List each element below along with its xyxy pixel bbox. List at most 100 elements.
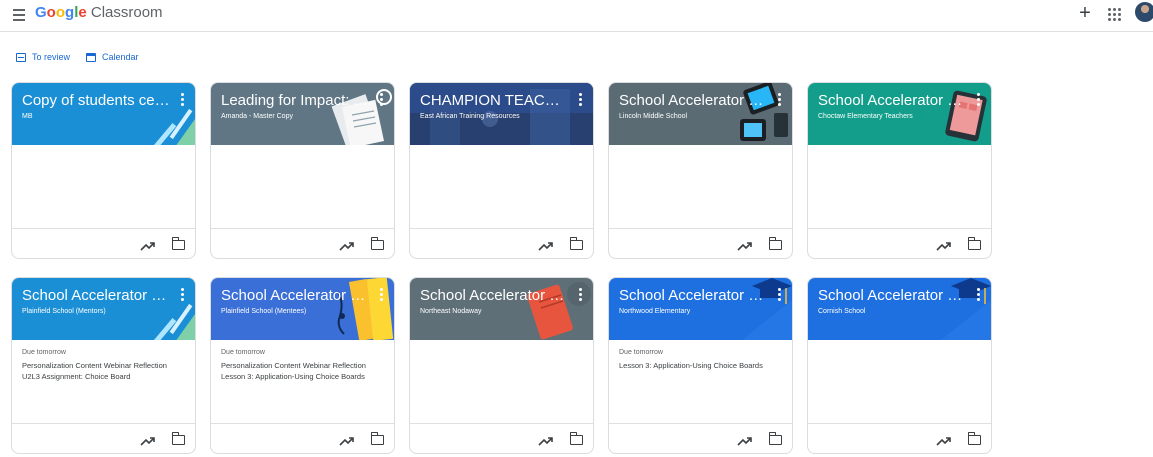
- class-card: Copy of students cen... MB: [11, 82, 196, 259]
- folder-icon[interactable]: [768, 432, 782, 445]
- class-card-body: [808, 145, 991, 228]
- class-section: Plainfield School (Mentors): [22, 308, 106, 315]
- class-title[interactable]: Leading for Impact: A...: [221, 92, 369, 110]
- class-card-header[interactable]: School Accelerator P... Choctaw Elementar…: [808, 83, 991, 145]
- more-options-icon[interactable]: [378, 93, 384, 107]
- class-card: Leading for Impact: A... Amanda - Master …: [210, 82, 395, 259]
- class-card-footer: [808, 228, 991, 258]
- trending-up-icon[interactable]: [936, 239, 952, 251]
- calendar-link[interactable]: Calendar: [86, 52, 139, 62]
- class-card-body: [609, 145, 792, 228]
- class-card-header[interactable]: Copy of students cen... MB: [12, 83, 195, 145]
- class-card: CHAMPION TEACHE... East African Training …: [409, 82, 594, 259]
- folder-icon[interactable]: [569, 432, 583, 445]
- folder-icon[interactable]: [569, 237, 583, 250]
- class-title[interactable]: School Accelerator P...: [619, 287, 767, 305]
- folder-icon[interactable]: [768, 237, 782, 250]
- more-options-icon[interactable]: [179, 93, 185, 107]
- trending-up-icon[interactable]: [339, 239, 355, 251]
- more-options-icon[interactable]: [975, 288, 981, 302]
- trending-up-icon[interactable]: [538, 239, 554, 251]
- more-options-icon[interactable]: [378, 288, 384, 302]
- calendar-icon: [86, 52, 96, 62]
- assignment-link[interactable]: Lesson 3: Application-Using Choice Board…: [221, 371, 384, 382]
- to-review-link[interactable]: To review: [16, 52, 70, 62]
- class-card: School Accelerator P... Plainfield School…: [11, 277, 196, 454]
- create-or-join-class-button[interactable]: +: [1075, 3, 1095, 24]
- trending-up-icon[interactable]: [339, 434, 355, 446]
- class-section: MB: [22, 113, 33, 120]
- folder-icon[interactable]: [171, 237, 185, 250]
- trending-up-icon[interactable]: [737, 239, 753, 251]
- due-label: Due tomorrow: [221, 349, 265, 356]
- more-options-icon[interactable]: [776, 93, 782, 107]
- main-menu-icon[interactable]: [12, 6, 30, 24]
- folder-icon[interactable]: [967, 237, 981, 250]
- class-card-body: [211, 145, 394, 228]
- assignment-link[interactable]: Personalization Content Webinar Reflecti…: [221, 360, 384, 371]
- class-card-header[interactable]: School Accelerator P... Cornish School: [808, 278, 991, 340]
- calendar-label: Calendar: [102, 52, 139, 62]
- class-card-header[interactable]: School Accelerator P... Plainfield School…: [12, 278, 195, 340]
- more-options-icon[interactable]: [577, 93, 583, 107]
- class-title[interactable]: School Accelerator P...: [818, 287, 966, 305]
- trending-up-icon[interactable]: [140, 239, 156, 251]
- trending-up-icon[interactable]: [538, 434, 554, 446]
- account-avatar[interactable]: [1135, 2, 1153, 22]
- class-card-body: [410, 145, 593, 228]
- folder-icon[interactable]: [171, 432, 185, 445]
- class-title[interactable]: Copy of students cen...: [22, 92, 170, 110]
- class-section: Plainfield School (Mentees): [221, 308, 307, 315]
- class-card: School Accelerator P... Choctaw Elementar…: [807, 82, 992, 259]
- class-card: School Accelerator P... Northeast Nodaway: [409, 277, 594, 454]
- assignment-link[interactable]: U2L3 Assignment: Choice Board: [22, 371, 185, 382]
- class-title[interactable]: School Accelerator P...: [818, 92, 966, 110]
- app-name: Classroom: [86, 4, 163, 21]
- trending-up-icon[interactable]: [936, 434, 952, 446]
- assignment-link[interactable]: Personalization Content Webinar Reflecti…: [22, 360, 185, 371]
- folder-icon[interactable]: [370, 432, 384, 445]
- assignment-link[interactable]: Lesson 3: Application-Using Choice Board…: [619, 360, 782, 371]
- tray-icon: [16, 52, 26, 62]
- class-card-footer: [410, 423, 593, 453]
- more-options-icon[interactable]: [179, 288, 185, 302]
- class-card-header[interactable]: Leading for Impact: A... Amanda - Master …: [211, 83, 394, 145]
- trending-up-icon[interactable]: [737, 434, 753, 446]
- class-card-footer: [12, 423, 195, 453]
- class-card-body: Due tomorrow Personalization Content Webi…: [211, 340, 394, 423]
- class-title[interactable]: School Accelerator P...: [420, 287, 568, 305]
- class-card-footer: [211, 423, 394, 453]
- class-card: School Accelerator P... Cornish School: [807, 277, 992, 454]
- class-card-header[interactable]: School Accelerator P... Northwood Element…: [609, 278, 792, 340]
- to-review-label: To review: [32, 52, 71, 62]
- class-card-header[interactable]: CHAMPION TEACHE... East African Training …: [410, 83, 593, 145]
- app-logo[interactable]: Google Classroom: [35, 4, 163, 22]
- class-card-body: Due tomorrow Lesson 3: Application-Using …: [609, 340, 792, 423]
- class-card-footer: [211, 228, 394, 258]
- class-section: East African Training Resources: [420, 113, 520, 120]
- more-options-icon[interactable]: [577, 288, 583, 302]
- folder-icon[interactable]: [967, 432, 981, 445]
- class-title[interactable]: CHAMPION TEACHE...: [420, 92, 568, 110]
- class-card-footer: [609, 423, 792, 453]
- class-card-header[interactable]: School Accelerator P... Lincoln Middle Sc…: [609, 83, 792, 145]
- class-card-body: [410, 340, 593, 423]
- trending-up-icon[interactable]: [140, 434, 156, 446]
- due-label: Due tomorrow: [619, 349, 663, 356]
- class-card: School Accelerator P... Northwood Element…: [608, 277, 793, 454]
- class-title[interactable]: School Accelerator P...: [221, 287, 369, 305]
- class-title[interactable]: School Accelerator P...: [22, 287, 170, 305]
- class-section: Choctaw Elementary Teachers: [818, 113, 913, 120]
- class-section: Cornish School: [818, 308, 866, 315]
- class-card-header[interactable]: School Accelerator P... Plainfield School…: [211, 278, 394, 340]
- class-card: School Accelerator P... Plainfield School…: [210, 277, 395, 454]
- class-card-header[interactable]: School Accelerator P... Northeast Nodaway: [410, 278, 593, 340]
- class-card-body: Due tomorrow Personalization Content Webi…: [12, 340, 195, 423]
- folder-icon[interactable]: [370, 237, 384, 250]
- more-options-icon[interactable]: [776, 288, 782, 302]
- google-apps-icon[interactable]: [1108, 8, 1122, 22]
- class-title[interactable]: School Accelerator P...: [619, 92, 767, 110]
- top-bar: Google Classroom +: [0, 0, 1153, 32]
- due-label: Due tomorrow: [22, 349, 66, 356]
- more-options-icon[interactable]: [975, 93, 981, 107]
